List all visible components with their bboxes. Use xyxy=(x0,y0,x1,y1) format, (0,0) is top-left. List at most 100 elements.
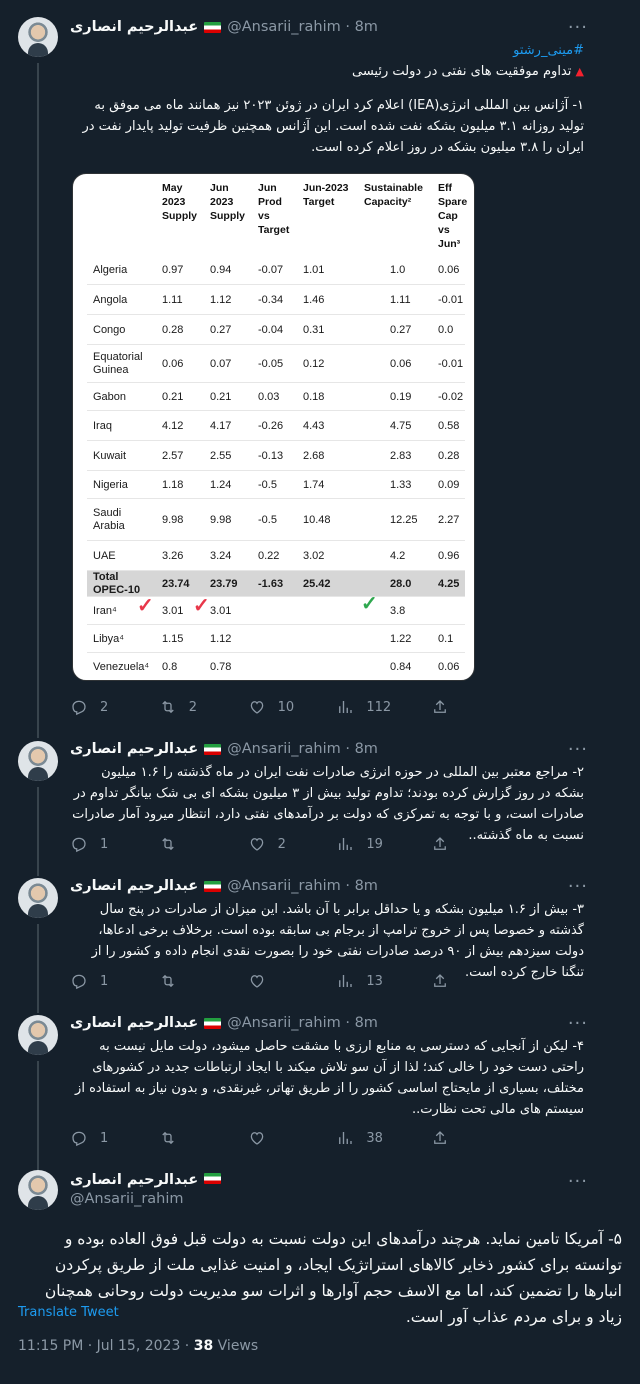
value-cell: 4.12 xyxy=(162,419,184,432)
value-cell: 12.25 xyxy=(390,513,418,526)
author-name[interactable]: عبدالرحیم انصاری xyxy=(70,1172,198,1188)
value-cell: 0.27 xyxy=(210,323,232,336)
value-cell: 1.12 xyxy=(210,293,232,306)
iran-flag-icon xyxy=(204,21,222,33)
retweet-button[interactable] xyxy=(159,1129,248,1147)
value-cell: -0.34 xyxy=(258,293,284,306)
thread-line xyxy=(37,1061,39,1170)
country-cell: Libya⁴ xyxy=(93,632,125,645)
share-button[interactable] xyxy=(431,698,520,716)
views-button[interactable]: 38 xyxy=(336,1129,425,1147)
translate-tweet-link[interactable]: Translate Tweet xyxy=(18,1305,119,1320)
retweet-button[interactable] xyxy=(159,835,248,853)
avatar[interactable] xyxy=(18,1170,58,1210)
more-options-icon[interactable]: ··· xyxy=(568,739,588,760)
table-header-cell: Jun Prod vs Target xyxy=(258,182,290,236)
tweet-2[interactable]: عبدالرحیم انصاری @Ansarii_rahim · 8m ···… xyxy=(0,738,640,876)
value-cell: -1.63 xyxy=(258,577,284,590)
value-cell: 23.74 xyxy=(162,577,190,590)
author-handle[interactable]: @Ansarii_rahim xyxy=(70,1190,227,1209)
value-cell: 4.43 xyxy=(303,419,325,432)
value-cell: -0.05 xyxy=(258,357,284,370)
like-button[interactable] xyxy=(248,972,337,990)
author-name[interactable]: عبدالرحیم انصاری xyxy=(70,19,198,35)
value-cell: -0.01 xyxy=(438,357,464,370)
like-button[interactable]: 2 xyxy=(248,835,337,853)
value-cell: 0.12 xyxy=(303,357,325,370)
tweet-4[interactable]: عبدالرحیم انصاری @Ansarii_rahim · 8m ···… xyxy=(0,1013,640,1170)
reply-button[interactable]: 1 xyxy=(70,972,159,990)
author-handle[interactable]: @Ansarii_rahim xyxy=(227,741,341,757)
value-cell: -0.04 xyxy=(258,323,284,336)
retweet-icon xyxy=(162,837,174,851)
value-cell: 3.01 xyxy=(162,604,184,617)
view-count: 38 xyxy=(366,1130,383,1146)
author-handle[interactable]: @Ansarii_rahim xyxy=(227,19,341,35)
reply-button[interactable]: 1 xyxy=(70,835,159,853)
view-count: 13 xyxy=(366,973,383,989)
table-row: Nigeria 1.18 1.24 -0.5 1.74 1.33 0.09 xyxy=(87,471,465,499)
reply-button[interactable]: 2 xyxy=(70,698,159,716)
more-options-icon[interactable]: ··· xyxy=(568,1013,588,1034)
country-cell: Congo xyxy=(93,323,126,336)
value-cell: 25.42 xyxy=(303,577,331,590)
value-cell: 9.98 xyxy=(210,513,232,526)
avatar[interactable] xyxy=(18,1015,58,1055)
reply-count: 1 xyxy=(100,973,109,989)
like-button[interactable]: 10 xyxy=(248,698,337,716)
reply-icon xyxy=(72,700,86,716)
views-icon xyxy=(339,1132,353,1144)
tweet-time[interactable]: 8m xyxy=(355,19,378,35)
retweet-icon xyxy=(162,974,174,988)
value-cell: -0.01 xyxy=(438,293,464,306)
retweet-icon xyxy=(162,1131,174,1145)
country-cell: Algeria xyxy=(93,263,128,276)
value-cell: -0.07 xyxy=(258,263,284,276)
value-cell: 1.46 xyxy=(303,293,325,306)
avatar[interactable] xyxy=(18,878,58,918)
views-button[interactable]: 112 xyxy=(336,698,425,716)
more-options-icon[interactable]: ··· xyxy=(568,17,588,38)
avatar[interactable] xyxy=(18,741,58,781)
value-cell: 1.18 xyxy=(162,478,184,491)
more-options-icon[interactable]: ··· xyxy=(568,876,588,897)
value-cell: 0.31 xyxy=(303,323,325,336)
value-cell: 23.79 xyxy=(210,577,238,590)
author-handle[interactable]: @Ansarii_rahim xyxy=(227,878,341,894)
value-cell: -0.26 xyxy=(258,419,284,432)
value-cell: 1.11 xyxy=(162,293,183,306)
reply-icon xyxy=(72,974,86,990)
share-button[interactable] xyxy=(431,835,520,853)
more-options-icon[interactable]: ··· xyxy=(568,1171,588,1192)
table-row: Venezuela⁴ 0.8 0.78 0.84 0.06 xyxy=(87,653,465,680)
tweet-time[interactable]: 8m xyxy=(355,878,378,894)
retweet-button[interactable] xyxy=(159,972,248,990)
iran-flag-icon xyxy=(204,743,222,755)
value-cell: 2.83 xyxy=(390,449,412,462)
avatar[interactable] xyxy=(18,17,58,57)
views-icon xyxy=(339,701,353,713)
timestamp-text[interactable]: 11:15 PM · Jul 15, 2023 · xyxy=(18,1338,194,1354)
tweet-1[interactable]: عبدالرحیم انصاری @Ansarii_rahim · 8m ···… xyxy=(0,0,640,738)
reply-icon xyxy=(72,837,86,853)
share-button[interactable] xyxy=(431,1129,520,1147)
author-handle[interactable]: @Ansarii_rahim xyxy=(227,1015,341,1031)
like-button[interactable] xyxy=(248,1129,337,1147)
value-cell: 0.28 xyxy=(162,323,184,336)
tweet-time[interactable]: 8m xyxy=(355,1015,378,1031)
tweet-time[interactable]: 8m xyxy=(355,741,378,757)
author-name[interactable]: عبدالرحیم انصاری xyxy=(70,741,198,757)
author-name[interactable]: عبدالرحیم انصاری xyxy=(70,878,198,894)
tweet-3[interactable]: عبدالرحیم انصاری @Ansarii_rahim · 8m ···… xyxy=(0,876,640,1013)
retweet-button[interactable]: 2 xyxy=(159,698,248,716)
tweet-actions: 2 2 10 112 xyxy=(70,697,520,717)
value-cell: -0.5 xyxy=(258,513,277,526)
reply-button[interactable]: 1 xyxy=(70,1129,159,1147)
views-button[interactable]: 19 xyxy=(336,835,425,853)
views-button[interactable]: 13 xyxy=(336,972,425,990)
author-name[interactable]: عبدالرحیم انصاری xyxy=(70,1015,198,1031)
value-cell: 4.2 xyxy=(390,549,406,562)
tweet-image[interactable]: May 2023 Supply Jun 2023 Supply Jun Prod v… xyxy=(72,173,475,681)
share-button[interactable] xyxy=(431,972,520,990)
hashtag-link[interactable]: #مینی_رشتو xyxy=(513,43,584,58)
